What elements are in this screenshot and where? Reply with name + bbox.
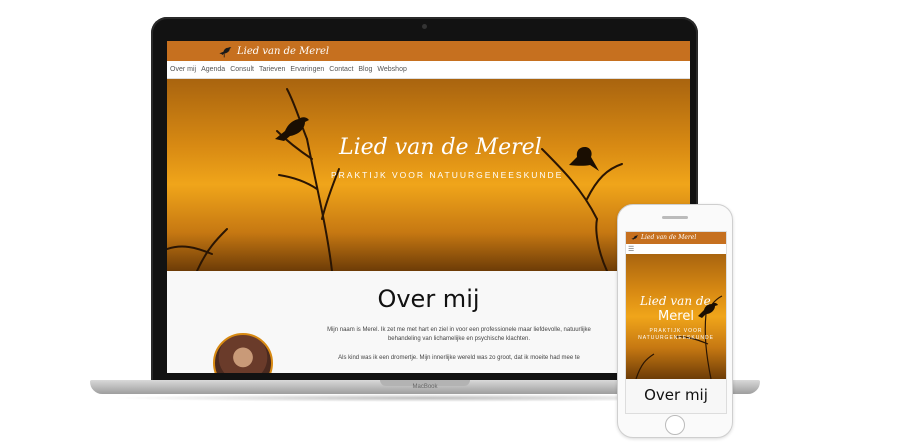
device-label: MacBook bbox=[412, 384, 438, 390]
about-heading: Over mij bbox=[377, 285, 480, 313]
phone-speaker bbox=[662, 216, 688, 219]
about-section: Over mij Mijn naam is Merel. Ik zet me m… bbox=[167, 271, 690, 373]
laptop-camera bbox=[422, 24, 427, 29]
phone-screen: Lied van de Merel ☰ Lied van de Merel PR… bbox=[625, 231, 727, 414]
phone-brand-logo[interactable]: Lied van de Merel bbox=[630, 233, 696, 242]
blackbird-logo-icon bbox=[219, 47, 232, 58]
laptop-frame: Lied van de Merel Over mij Agenda Consul… bbox=[151, 17, 698, 384]
main-navigation: Over mij Agenda Consult Tarieven Ervarin… bbox=[167, 61, 690, 79]
phone-home-button[interactable] bbox=[665, 415, 685, 435]
about-paragraph-1: Mijn naam is Merel. Ik zet me met hart e… bbox=[327, 327, 591, 342]
phone-hero-subtitle-line2: NATUURGENEESKUNDE bbox=[638, 335, 714, 341]
phone-hero-title-line1: Lied van de bbox=[640, 294, 711, 308]
nav-item-over-mij[interactable]: Over mij bbox=[170, 66, 196, 73]
about-paragraph-2: Als kind was ik een dromertje. Mijn inne… bbox=[338, 355, 580, 361]
laptop-screen: Lied van de Merel Over mij Agenda Consul… bbox=[167, 41, 690, 373]
phone-frame: Lied van de Merel ☰ Lied van de Merel PR… bbox=[617, 204, 733, 438]
phone-brand-name: Lied van de Merel bbox=[641, 234, 697, 241]
brand-name: Lied van de Merel bbox=[237, 45, 330, 57]
phone-about-heading: Over mij bbox=[644, 386, 708, 404]
nav-item-blog[interactable]: Blog bbox=[358, 66, 372, 73]
brand-header-bar: Lied van de Merel bbox=[167, 41, 690, 61]
phone-about-section: Over mij bbox=[626, 379, 726, 413]
nav-item-ervaringen[interactable]: Ervaringen bbox=[290, 66, 324, 73]
phone-hero-subtitle-line1: PRAKTIJK VOOR bbox=[649, 328, 703, 334]
nav-item-webshop[interactable]: Webshop bbox=[377, 66, 406, 73]
hero-banner: Lied van de Merel PRAKTIJK VOOR NATUURGE… bbox=[167, 79, 690, 271]
phone-hero-title-line2: Merel bbox=[658, 309, 694, 324]
brand-logo[interactable]: Lied van de Merel bbox=[217, 43, 329, 59]
hero-subtitle: PRAKTIJK VOOR NATUURGENEESKUNDE bbox=[331, 170, 564, 180]
hero-title: Lied van de Merel bbox=[339, 135, 542, 160]
nav-item-tarieven[interactable]: Tarieven bbox=[259, 66, 285, 73]
hamburger-menu-icon[interactable]: ☰ bbox=[628, 245, 634, 253]
phone-hero-subtitle: PRAKTIJK VOOR NATUURGENEESKUNDE bbox=[626, 328, 726, 342]
phone-brand-header-bar: Lied van de Merel bbox=[626, 232, 726, 244]
blackbird-logo-icon bbox=[631, 235, 639, 240]
profile-photo bbox=[213, 333, 273, 373]
nav-item-contact[interactable]: Contact bbox=[329, 66, 353, 73]
phone-hero-banner: Lied van de Merel PRAKTIJK VOOR NATUURGE… bbox=[626, 254, 726, 379]
nav-item-consult[interactable]: Consult bbox=[230, 66, 254, 73]
nav-item-agenda[interactable]: Agenda bbox=[201, 66, 225, 73]
